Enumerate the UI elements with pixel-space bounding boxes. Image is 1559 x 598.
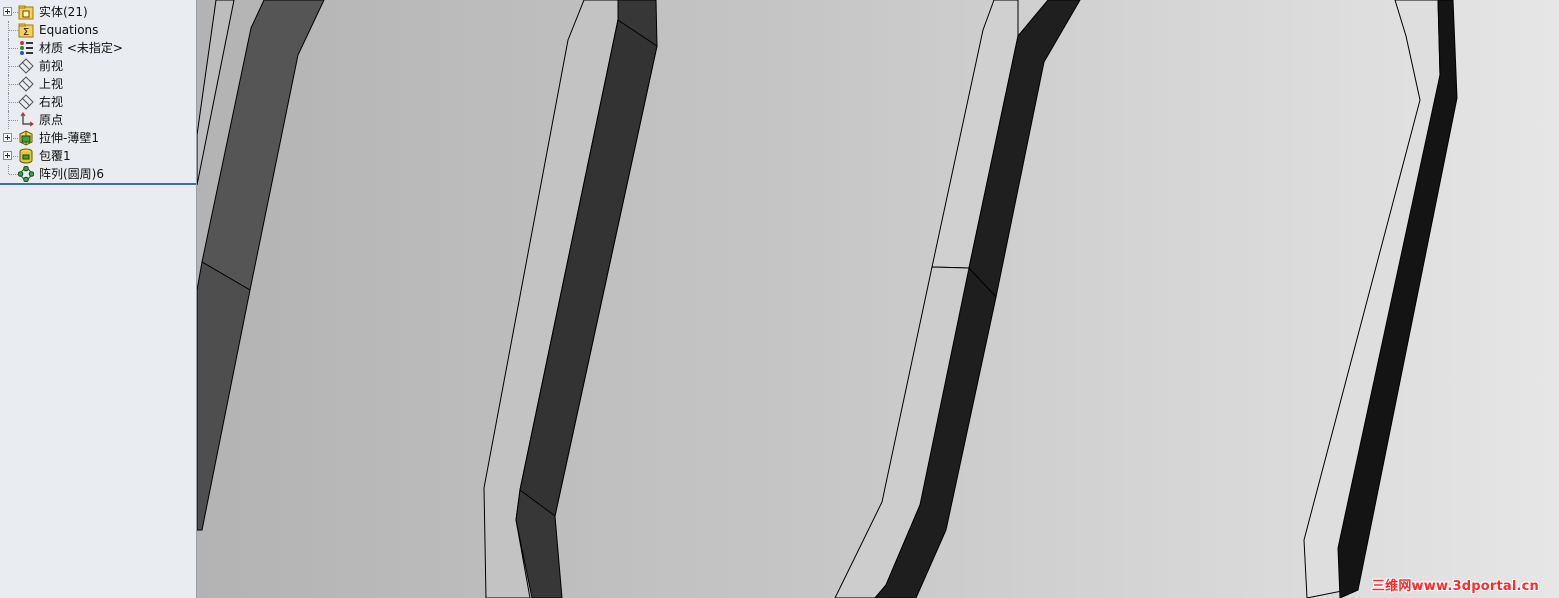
tree-item-label: 前视 — [39, 59, 64, 73]
origin-icon — [20, 112, 34, 127]
tree-item-label: 包覆1 — [39, 149, 71, 163]
material-icon — [20, 41, 33, 55]
tree-item-top-plane[interactable]: 上视 — [0, 75, 196, 93]
tree-item-label: 原点 — [39, 113, 64, 127]
svg-text:Σ: Σ — [23, 27, 29, 38]
tree-item-front-plane[interactable]: 前视 — [0, 57, 196, 75]
tree-item-label: 实体(21) — [39, 5, 88, 19]
tree-item-material[interactable]: 材质 <未指定> — [0, 39, 196, 57]
tree-item-label: 拉伸-薄壁1 — [39, 131, 99, 145]
watermark: 三维网www.3dportal.cn — [1371, 579, 1539, 594]
tree-item-right-plane[interactable]: 右视 — [0, 93, 196, 111]
tree-item-label: 上视 — [39, 77, 64, 91]
tree-item-circular-pattern[interactable]: 阵列(圆周)6 — [0, 165, 196, 183]
tree-item-solid-bodies[interactable]: 实体(21) — [0, 3, 196, 21]
tree-item-label: Equations — [39, 23, 99, 37]
tree-item-equations[interactable]: Σ Equations — [0, 21, 196, 39]
tree-item-wrap[interactable]: 包覆1 — [0, 147, 196, 165]
tree-item-extrude-thin[interactable]: 拉伸-薄壁1 — [0, 129, 196, 147]
tree-rollback-bar[interactable] — [0, 183, 196, 185]
plane-icon — [18, 76, 34, 92]
tree-item-label: 右视 — [39, 95, 64, 109]
extrude-thin-icon — [19, 130, 33, 146]
plane-icon — [18, 94, 34, 110]
graphics-viewport[interactable] — [197, 0, 1559, 598]
wrap-icon — [19, 148, 33, 164]
solid-bodies-folder-icon — [18, 5, 34, 20]
tree-item-origin[interactable]: 原点 — [0, 111, 196, 129]
tree-item-label: 阵列(圆周)6 — [39, 167, 104, 181]
equations-folder-icon: Σ — [18, 23, 34, 38]
feature-manager-tree: 实体(21) Σ Equations 材质 <未指定> 前视 上视 右视 原点 … — [0, 0, 197, 598]
circular-pattern-icon — [18, 166, 34, 182]
tree-item-label: 材质 <未指定> — [39, 41, 123, 55]
plane-icon — [18, 58, 34, 74]
